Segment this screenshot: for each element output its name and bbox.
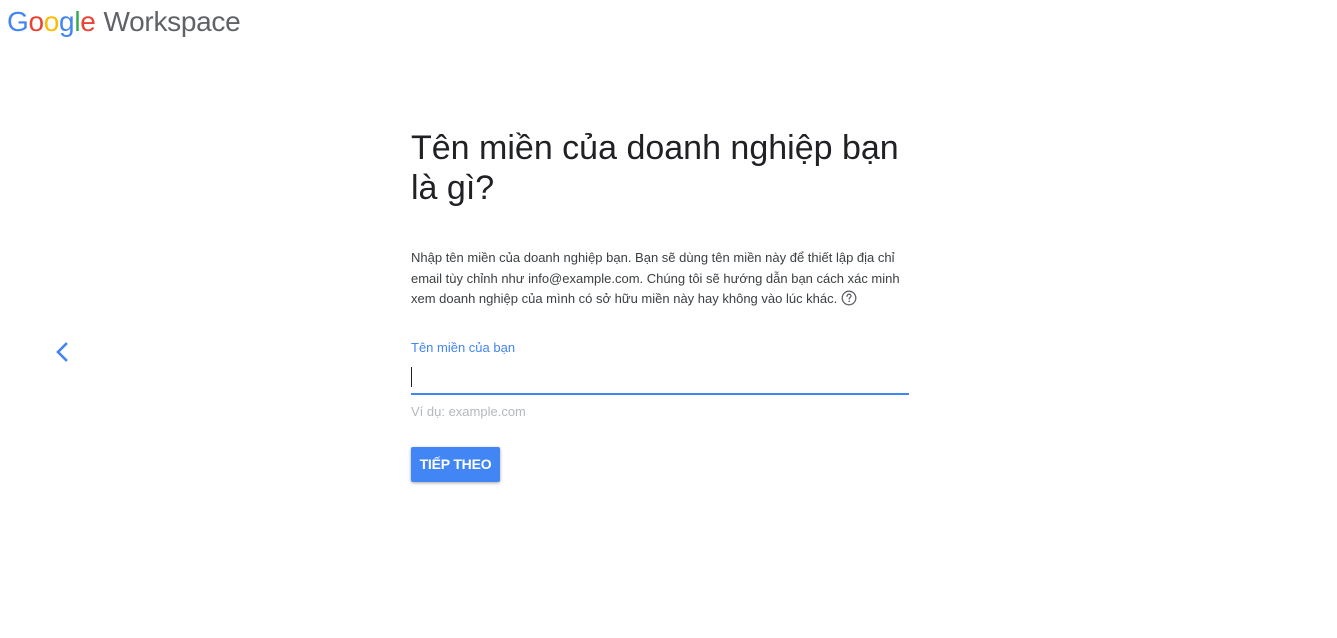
logo-letter: e xyxy=(80,6,96,37)
google-workspace-logo[interactable]: Google Workspace xyxy=(7,6,241,42)
page-title: Tên miền của doanh nghiệp bạn là gì? xyxy=(411,129,899,207)
logo-product-name: Workspace xyxy=(103,6,241,37)
page: Google Workspace Tên miền của doanh nghi… xyxy=(0,0,1337,638)
logo-letter: g xyxy=(59,6,75,37)
logo-letter: o xyxy=(28,6,44,37)
back-button[interactable] xyxy=(50,339,74,365)
chevron-left-icon xyxy=(56,342,68,362)
logo-letter: o xyxy=(43,6,60,37)
domain-hint: Ví dụ: example.com xyxy=(411,403,526,419)
domain-field-label: Tên miền của bạn xyxy=(411,339,516,355)
domain-form: Tên miền của doanh nghiệp bạn là gì? Nhậ… xyxy=(411,128,909,482)
next-button[interactable]: TIẾP THEO xyxy=(411,446,500,482)
logo-letter: G xyxy=(7,6,29,37)
description-body: Nhập tên miền của doanh nghiệp bạn. Bạn … xyxy=(411,250,900,306)
domain-input[interactable] xyxy=(411,362,909,391)
text-caret xyxy=(411,366,412,387)
description-text: Nhập tên miền của doanh nghiệp bạn. Bạn … xyxy=(411,248,901,313)
domain-field[interactable] xyxy=(411,362,909,395)
help-circle-icon[interactable] xyxy=(841,290,857,313)
